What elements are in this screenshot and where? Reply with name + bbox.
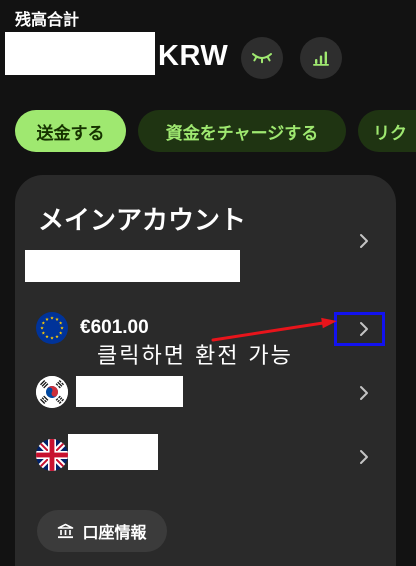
balance-row-gbp[interactable] [15, 426, 396, 482]
bank-icon [58, 523, 74, 539]
bar-chart-icon [313, 51, 329, 66]
chevron-right-icon[interactable] [359, 449, 369, 465]
gb-flag-icon [36, 439, 68, 471]
send-money-button[interactable]: 送金する [15, 110, 126, 152]
eye-closed-icon [252, 53, 272, 64]
chevron-right-icon[interactable] [359, 233, 369, 249]
insights-button[interactable] [300, 37, 342, 79]
redacted-account-info [25, 250, 240, 282]
account-details-button[interactable]: 口座情報 [37, 510, 167, 552]
highlight-box [334, 312, 385, 346]
main-account-card: メインアカウント €601.00 口座情報 [15, 175, 396, 566]
kr-flag-icon [36, 376, 68, 408]
balance-row-krw[interactable] [15, 363, 396, 419]
redacted-balance-amount [5, 32, 155, 75]
balance-amount-eur: €601.00 [80, 317, 149, 338]
redacted-balance-gbp [68, 434, 158, 470]
add-money-button[interactable]: 資金をチャージする [138, 110, 346, 152]
balance-label: 残高合計 [15, 10, 80, 29]
request-button[interactable]: リク [358, 110, 416, 152]
balance-currency: KRW [158, 40, 229, 72]
chevron-right-icon[interactable] [359, 385, 369, 401]
account-title: メインアカウント [38, 206, 247, 236]
redacted-balance-krw [76, 376, 183, 407]
hide-balance-button[interactable] [241, 37, 283, 79]
eu-flag-icon [36, 312, 68, 344]
annotation-text: 클릭하면 환전 가능 [97, 344, 293, 369]
account-details-label: 口座情報 [82, 523, 147, 542]
